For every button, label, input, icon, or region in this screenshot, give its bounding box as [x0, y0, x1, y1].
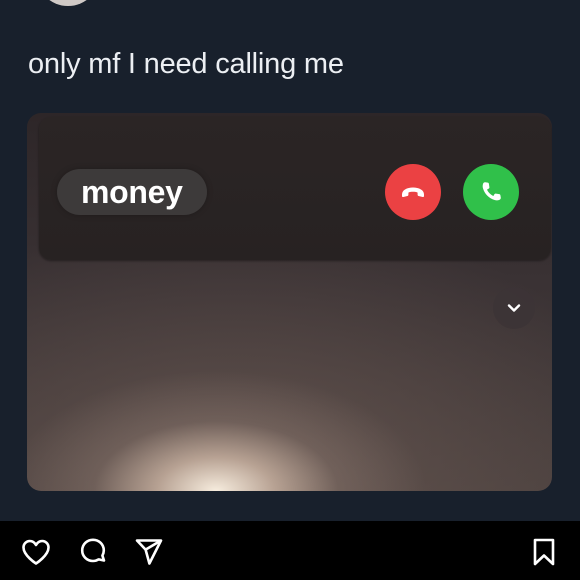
save-button[interactable] — [529, 537, 559, 567]
chevron-down-icon — [507, 304, 521, 312]
caller-name-pill: money — [57, 169, 207, 215]
like-button[interactable] — [21, 537, 51, 567]
post-page: only mf I need calling me money — [0, 0, 580, 580]
share-button[interactable] — [134, 537, 164, 567]
decline-call-button[interactable] — [385, 164, 441, 220]
paper-plane-icon — [135, 539, 163, 565]
post-caption: only mf I need calling me — [28, 48, 344, 80]
incoming-call-banner: money — [39, 117, 551, 260]
phone-icon — [482, 182, 501, 201]
heart-icon — [22, 539, 50, 565]
bookmark-icon — [533, 538, 555, 566]
accept-call-button[interactable] — [463, 164, 519, 220]
phone-hangup-icon — [402, 187, 424, 198]
post-action-bar — [0, 521, 580, 580]
avatar[interactable] — [36, 0, 100, 6]
post-image[interactable]: money — [27, 113, 552, 491]
comment-button[interactable] — [78, 537, 108, 567]
comment-icon — [80, 538, 106, 563]
expand-button[interactable] — [493, 287, 535, 329]
caller-name: money — [81, 174, 183, 210]
